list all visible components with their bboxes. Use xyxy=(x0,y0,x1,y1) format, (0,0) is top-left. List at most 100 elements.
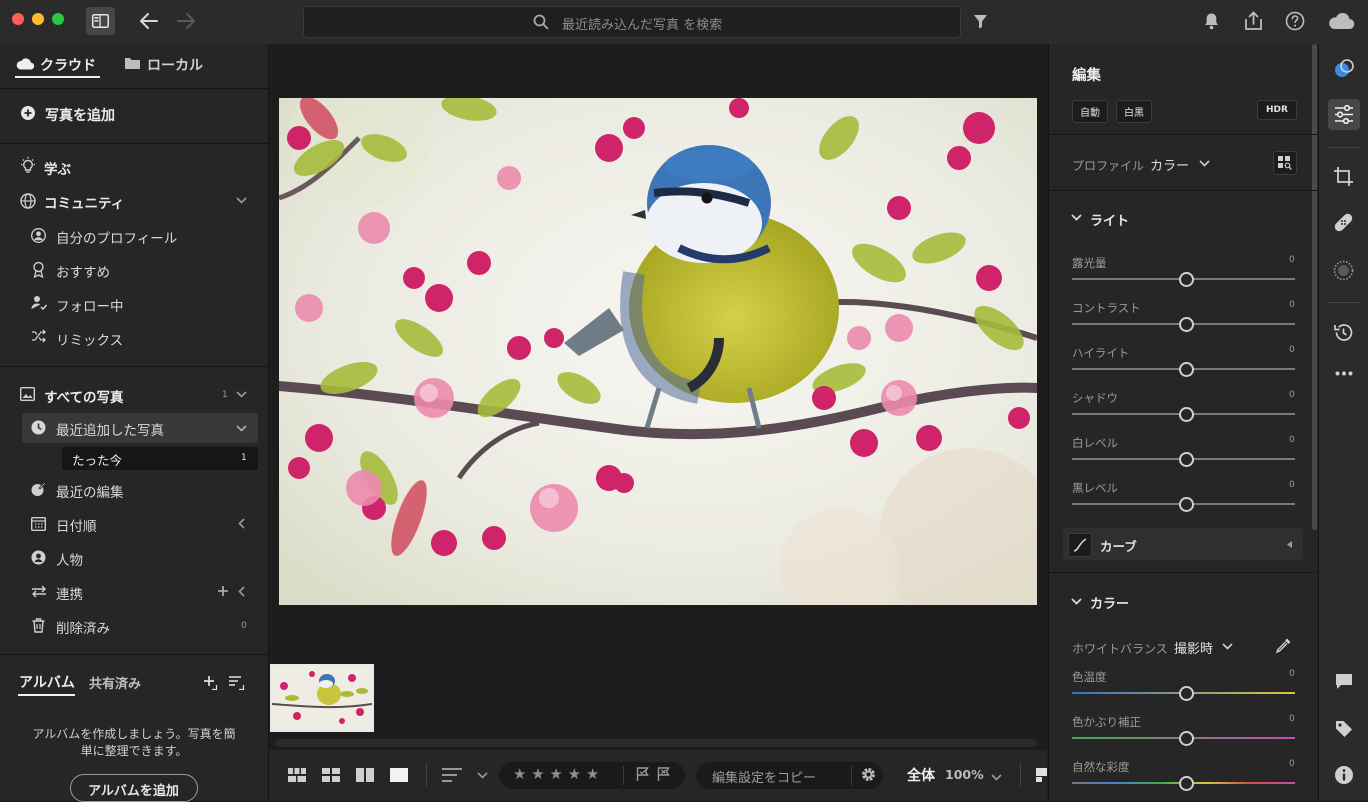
sidebar-item-integrations[interactable]: 連携 xyxy=(56,583,83,603)
sidebar-item-people[interactable]: 人物 xyxy=(56,549,83,569)
more-icon[interactable] xyxy=(1335,371,1353,376)
highlights-slider-knob[interactable] xyxy=(1179,362,1194,377)
forward-arrow-icon[interactable] xyxy=(176,12,196,30)
reject-flag-icon[interactable] xyxy=(657,767,670,782)
tag-icon[interactable] xyxy=(1335,720,1353,738)
crop-icon[interactable] xyxy=(1333,166,1354,187)
add-circle-icon xyxy=(21,106,35,120)
shadows-slider-knob[interactable] xyxy=(1179,407,1194,422)
sort-icon[interactable] xyxy=(228,675,245,690)
chevron-down-icon[interactable] xyxy=(236,197,247,204)
sort-lines-icon[interactable] xyxy=(442,768,462,782)
sidebar-item-recent-edits[interactable]: 最近の編集 xyxy=(56,481,124,501)
grid-view-icon[interactable] xyxy=(322,768,340,782)
blacks-slider-knob[interactable] xyxy=(1179,497,1194,512)
main-photo[interactable] xyxy=(279,98,1037,605)
tint-label: 色かぶり補正 xyxy=(1072,715,1141,729)
chevron-down-icon[interactable] xyxy=(991,774,1002,781)
whites-slider-knob[interactable] xyxy=(1179,452,1194,467)
chevron-down-icon[interactable] xyxy=(236,425,247,432)
vibrance-slider-knob[interactable] xyxy=(1179,776,1194,791)
share-icon[interactable] xyxy=(1244,11,1263,31)
back-arrow-icon[interactable] xyxy=(139,12,159,30)
caret-left-icon xyxy=(1287,541,1292,548)
profile-browser-button[interactable] xyxy=(1273,151,1297,175)
edit-tool-button[interactable] xyxy=(1328,99,1360,130)
close-window-button[interactable] xyxy=(12,13,24,25)
chevron-down-icon[interactable] xyxy=(1199,160,1210,167)
chevron-down-icon[interactable] xyxy=(1071,598,1082,605)
sidebar-item-community[interactable]: コミュニティ xyxy=(44,192,124,212)
edit-panel-scrollbar[interactable] xyxy=(1312,44,1317,530)
profile-select[interactable]: カラー xyxy=(1150,155,1189,174)
exposure-value: 0 xyxy=(1289,255,1295,265)
gear-icon[interactable] xyxy=(860,766,877,783)
add-icon[interactable] xyxy=(217,585,229,597)
minimize-window-button[interactable] xyxy=(32,13,44,25)
auto-button[interactable]: 自動 xyxy=(1072,100,1108,123)
chevron-down-icon[interactable] xyxy=(1071,214,1082,221)
copy-edit-settings-button[interactable]: 編集設定をコピー xyxy=(712,767,816,786)
sidebar-item-all-photos[interactable]: すべての写真 xyxy=(44,386,124,406)
black-white-button[interactable]: 白黒 xyxy=(1116,100,1152,123)
divider xyxy=(0,654,268,655)
filmstrip-scrollbar[interactable] xyxy=(275,739,1037,747)
before-after-icon[interactable] xyxy=(1036,768,1047,782)
zoom-window-button[interactable] xyxy=(52,13,64,25)
square-grid-icon[interactable] xyxy=(288,768,306,782)
contrast-slider-knob[interactable] xyxy=(1179,317,1194,332)
masking-icon[interactable] xyxy=(1333,260,1354,281)
sidebar-item-learn[interactable]: 学ぶ xyxy=(44,158,71,178)
info-icon[interactable] xyxy=(1334,765,1354,785)
compare-view-icon[interactable] xyxy=(356,768,374,782)
chevron-left-icon[interactable] xyxy=(238,518,245,529)
exposure-slider-knob[interactable] xyxy=(1179,272,1194,287)
sidebar-item-my-profile[interactable]: 自分のプロフィール xyxy=(56,227,177,247)
eyedropper-icon[interactable] xyxy=(1275,636,1293,654)
contrast-value: 0 xyxy=(1289,300,1295,310)
white-balance-select[interactable]: 撮影時 xyxy=(1174,638,1213,657)
search-field[interactable]: 最近読み込んだ写真 を検索 xyxy=(303,6,961,38)
curve-section[interactable] xyxy=(1063,528,1303,560)
pick-flag-icon[interactable] xyxy=(636,767,649,782)
fit-zoom-button[interactable]: 全体 xyxy=(907,765,935,785)
cloud-sync-icon[interactable] xyxy=(1327,12,1355,30)
bell-icon[interactable] xyxy=(1203,12,1220,31)
add-album-icon[interactable] xyxy=(203,675,218,690)
integrations-icon xyxy=(32,585,46,598)
single-view-icon[interactable] xyxy=(390,768,408,782)
zoom-level[interactable]: 100% xyxy=(945,767,984,782)
sidebar-item-recommended[interactable]: おすすめ xyxy=(56,261,110,281)
light-section-header[interactable]: ライト xyxy=(1090,210,1129,229)
tab-local[interactable]: ローカル xyxy=(147,55,203,75)
tab-shared[interactable]: 共有済み xyxy=(89,673,141,692)
comment-icon[interactable] xyxy=(1335,673,1353,690)
award-icon xyxy=(33,261,44,278)
healing-bandage-icon[interactable] xyxy=(1333,212,1354,233)
sidebar-item-remix[interactable]: リミックス xyxy=(56,329,123,349)
divider xyxy=(1328,302,1360,303)
sidebar-toggle-button[interactable] xyxy=(86,7,115,35)
filmstrip-thumbnail[interactable] xyxy=(270,664,374,732)
help-icon[interactable] xyxy=(1285,11,1305,31)
history-icon[interactable] xyxy=(1333,322,1354,343)
chevron-down-icon[interactable] xyxy=(1222,643,1233,650)
add-photos-button[interactable]: 写真を追加 xyxy=(45,105,115,125)
tint-slider-knob[interactable] xyxy=(1179,731,1194,746)
add-album-button[interactable]: アルバムを追加 xyxy=(70,774,198,802)
hdr-button[interactable]: HDR xyxy=(1257,100,1297,120)
chevron-down-icon[interactable] xyxy=(236,391,247,398)
color-section-header[interactable]: カラー xyxy=(1090,593,1129,612)
presets-icon[interactable] xyxy=(1334,59,1354,79)
divider xyxy=(0,88,268,89)
temperature-slider-knob[interactable] xyxy=(1179,686,1194,701)
tab-cloud[interactable]: クラウド xyxy=(40,55,96,75)
sidebar-item-deleted[interactable]: 削除済み xyxy=(56,617,110,637)
chevron-left-icon[interactable] xyxy=(238,586,245,597)
sidebar-item-following[interactable]: フォロー中 xyxy=(56,295,124,315)
tab-albums[interactable]: アルバム xyxy=(19,672,75,692)
sidebar-item-by-date[interactable]: 日付順 xyxy=(56,515,97,535)
filter-icon[interactable] xyxy=(973,14,988,29)
star-rating[interactable]: ★ ★ ★ ★ ★ xyxy=(513,765,599,783)
chevron-down-icon[interactable] xyxy=(477,772,488,779)
